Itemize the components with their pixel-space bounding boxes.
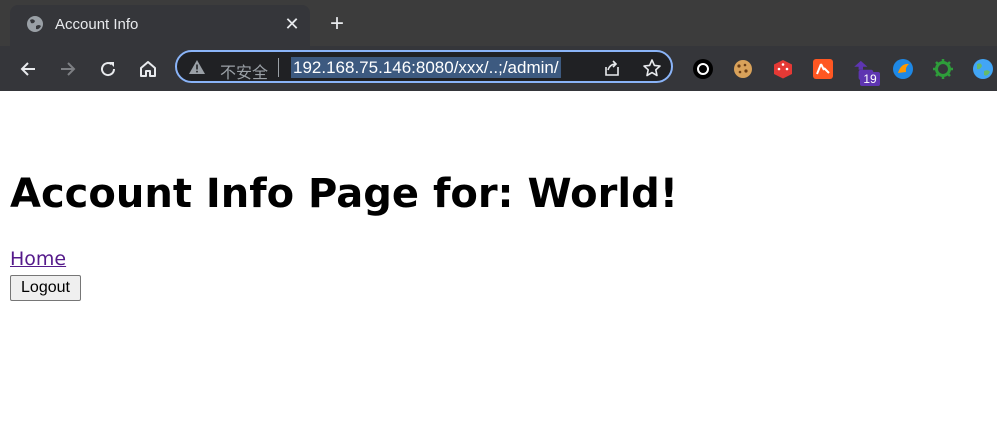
extension-badge: 19 <box>860 72 880 86</box>
tab-strip: Account Info ✕ + <box>0 0 997 46</box>
home-icon[interactable] <box>135 56 161 82</box>
browser-toolbar: 不安全 192.168.75.146:8080/xxx/..;/admin/ 1… <box>0 46 997 91</box>
forward-icon[interactable] <box>55 56 81 82</box>
logout-button[interactable]: Logout <box>10 275 81 301</box>
address-bar[interactable]: 不安全 192.168.75.146:8080/xxx/..;/admin/ <box>175 50 673 83</box>
black-ring-extension-icon[interactable] <box>692 58 714 80</box>
blue-fox-extension-icon[interactable] <box>892 58 914 80</box>
back-icon[interactable] <box>15 56 41 82</box>
globe-icon <box>26 15 44 33</box>
translate-extension-icon[interactable] <box>812 58 834 80</box>
reload-icon[interactable] <box>95 56 121 82</box>
earth-extension-icon[interactable] <box>972 58 994 80</box>
share-icon[interactable] <box>601 57 623 79</box>
warning-icon[interactable] <box>188 59 206 80</box>
bookmark-star-icon[interactable] <box>641 57 663 79</box>
divider <box>278 58 279 77</box>
green-gear-extension-icon[interactable] <box>932 58 954 80</box>
page-heading: Account Info Page for: World! <box>10 171 678 217</box>
tab-title: Account Info <box>55 16 139 33</box>
security-status[interactable]: 不安全 <box>220 59 268 83</box>
tab-close-icon[interactable]: ✕ <box>280 12 304 36</box>
new-tab-icon[interactable]: + <box>325 12 349 36</box>
active-tab[interactable]: Account Info ✕ <box>10 5 310 46</box>
cookie-extension-icon[interactable] <box>732 58 754 80</box>
red-dice-extension-icon[interactable] <box>772 58 794 80</box>
home-link[interactable]: Home <box>10 248 66 270</box>
page-content: Account Info Page for: World! Home Logou… <box>0 91 997 429</box>
url-text[interactable]: 192.168.75.146:8080/xxx/..;/admin/ <box>291 57 561 78</box>
